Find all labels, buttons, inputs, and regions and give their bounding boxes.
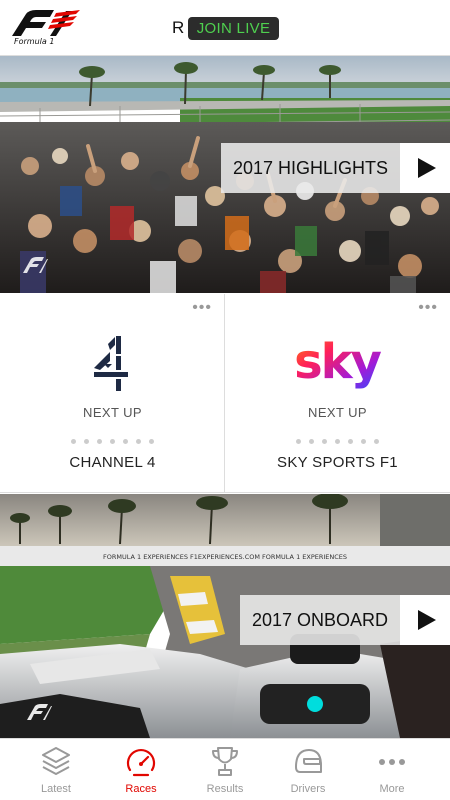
f1-watermark-icon: [26, 703, 52, 726]
play-icon: [418, 158, 436, 178]
tab-label: Drivers: [290, 783, 326, 795]
tab-more[interactable]: More: [347, 739, 437, 800]
onboard-play-button[interactable]: [400, 595, 450, 645]
r-indicator: R: [172, 18, 185, 37]
trophy-icon: [212, 747, 238, 776]
layers-icon: [42, 747, 70, 775]
brand-logo-text: Formula 1: [14, 37, 55, 46]
tab-label: Latest: [41, 783, 71, 795]
helmet-icon: [295, 749, 322, 773]
speedometer-icon: [126, 749, 156, 777]
broadcaster-card-sky[interactable]: ••• sky NEXT UP SKY SPORTS F1: [225, 294, 450, 493]
f1-watermark-icon: [22, 256, 48, 279]
play-icon: [418, 610, 436, 630]
onboard-label: 2017 ONBOARD: [239, 595, 400, 645]
highlights-label: 2017 HIGHLIGHTS: [220, 143, 400, 193]
bottom-tab-bar: Latest Races Results Drivers More: [0, 738, 450, 800]
tab-label: Races: [125, 783, 157, 795]
highlights-hero[interactable]: 2017 HIGHLIGHTS: [0, 56, 450, 293]
tab-results[interactable]: Results: [180, 739, 270, 800]
more-options-icon[interactable]: •••: [192, 300, 212, 316]
tab-drivers[interactable]: Drivers: [263, 739, 353, 800]
sky-logo: sky: [225, 334, 450, 394]
broadcaster-name: CHANNEL 4: [69, 454, 156, 471]
more-dots-icon: [379, 759, 405, 765]
channel4-logo: [0, 334, 225, 394]
sky-logo-text: sky: [294, 334, 381, 390]
tab-latest[interactable]: Latest: [11, 739, 101, 800]
broadcaster-name: SKY SPORTS F1: [277, 454, 398, 471]
join-live-button[interactable]: JOIN LIVE: [188, 17, 279, 40]
hoarding-text: FORMULA 1 EXPERIENCES F1EXPERIENCES.COM …: [103, 553, 347, 561]
pager-dots: [225, 431, 450, 449]
next-up-label: NEXT UP: [83, 405, 142, 420]
highlights-play-button[interactable]: [400, 143, 450, 193]
broadcaster-card-channel4[interactable]: ••• NEXT UP CHANNEL 4: [0, 294, 225, 493]
f1-app-screen: Formula 1 R JOIN LIVE 2017 HIGHLIGHTS ••…: [0, 0, 450, 800]
app-header: Formula 1 R JOIN LIVE: [0, 0, 450, 56]
more-options-icon[interactable]: •••: [418, 300, 438, 316]
next-up-label: NEXT UP: [308, 405, 367, 420]
tab-label: More: [379, 783, 405, 795]
onboard-hero[interactable]: FORMULA 1 EXPERIENCES F1EXPERIENCES.COM …: [0, 494, 450, 738]
pager-dots: [0, 431, 225, 449]
tab-races[interactable]: Races: [96, 739, 186, 800]
tab-label: Results: [206, 783, 244, 795]
